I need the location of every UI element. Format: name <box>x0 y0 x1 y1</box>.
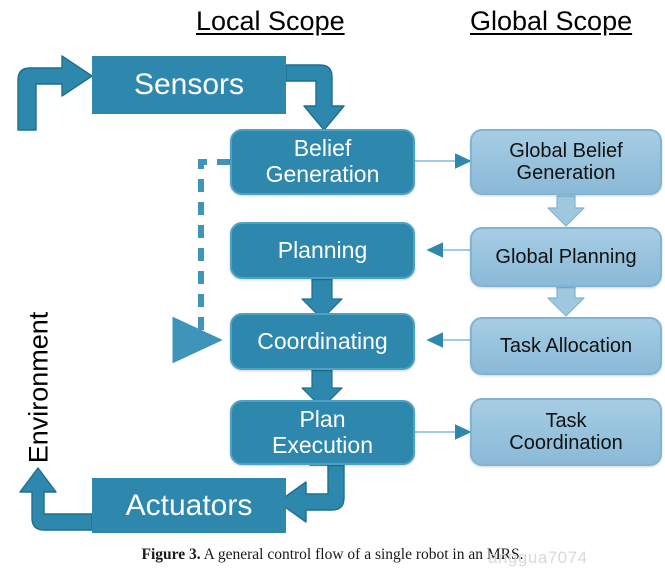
node-actuators-label: Actuators <box>125 488 253 522</box>
node-global-planning-label: Global Planning <box>495 245 637 268</box>
node-planning-label: Planning <box>277 236 368 263</box>
node-coordinating-label: Coordinating <box>257 327 388 354</box>
node-task-allocation[interactable]: Task Allocation <box>470 317 662 375</box>
node-global-belief-generation[interactable]: Global Belief Generation <box>470 129 662 195</box>
node-belief-generation-line2: Generation <box>265 161 380 187</box>
arrow-global-belief-to-global-planning <box>547 195 585 227</box>
node-plan-execution-line1: Plan <box>299 405 346 432</box>
node-planning[interactable]: Planning <box>230 222 415 279</box>
node-task-coordination-line1: Task <box>545 409 587 432</box>
node-global-planning[interactable]: Global Planning <box>470 227 662 287</box>
environment-label: Environment <box>23 311 54 464</box>
arrow-sensors-to-belief-generation <box>285 64 345 131</box>
node-plan-execution[interactable]: Plan Execution <box>230 400 415 465</box>
node-task-coordination-line2: Coordination <box>509 432 623 454</box>
connector-belief-to-coordinating-dashed <box>172 159 230 364</box>
node-belief-generation[interactable]: Belief Generation <box>230 129 415 195</box>
global-scope-heading: Global Scope <box>470 6 633 36</box>
node-global-belief-generation-line1: Global Belief <box>509 139 623 162</box>
node-global-belief-generation-line2: Generation <box>516 162 616 184</box>
figure-caption-lead: Figure 3. <box>141 546 201 563</box>
arrow-plan-execution-to-actuators <box>277 464 345 523</box>
figure-canvas: Local Scope Global Scope Environment Sen… <box>0 0 665 582</box>
watermark: anggua7074 <box>488 548 588 567</box>
local-scope-heading: Local Scope <box>196 6 345 36</box>
arrow-global-planning-to-task-allocation <box>547 286 585 317</box>
node-sensors-label: Sensors <box>133 68 245 102</box>
node-belief-generation-line1: Belief <box>293 135 352 162</box>
node-plan-execution-line2: Execution <box>271 431 373 458</box>
node-sensors[interactable]: Sensors <box>92 56 286 114</box>
node-task-coordination[interactable]: Task Coordination <box>470 398 662 466</box>
arrow-environment-to-sensors <box>17 55 93 131</box>
figure-caption-text: A general control flow of a single robot… <box>203 546 524 563</box>
node-coordinating[interactable]: Coordinating <box>230 313 415 370</box>
node-actuators[interactable]: Actuators <box>92 478 286 533</box>
node-task-allocation-label: Task Allocation <box>499 334 633 357</box>
